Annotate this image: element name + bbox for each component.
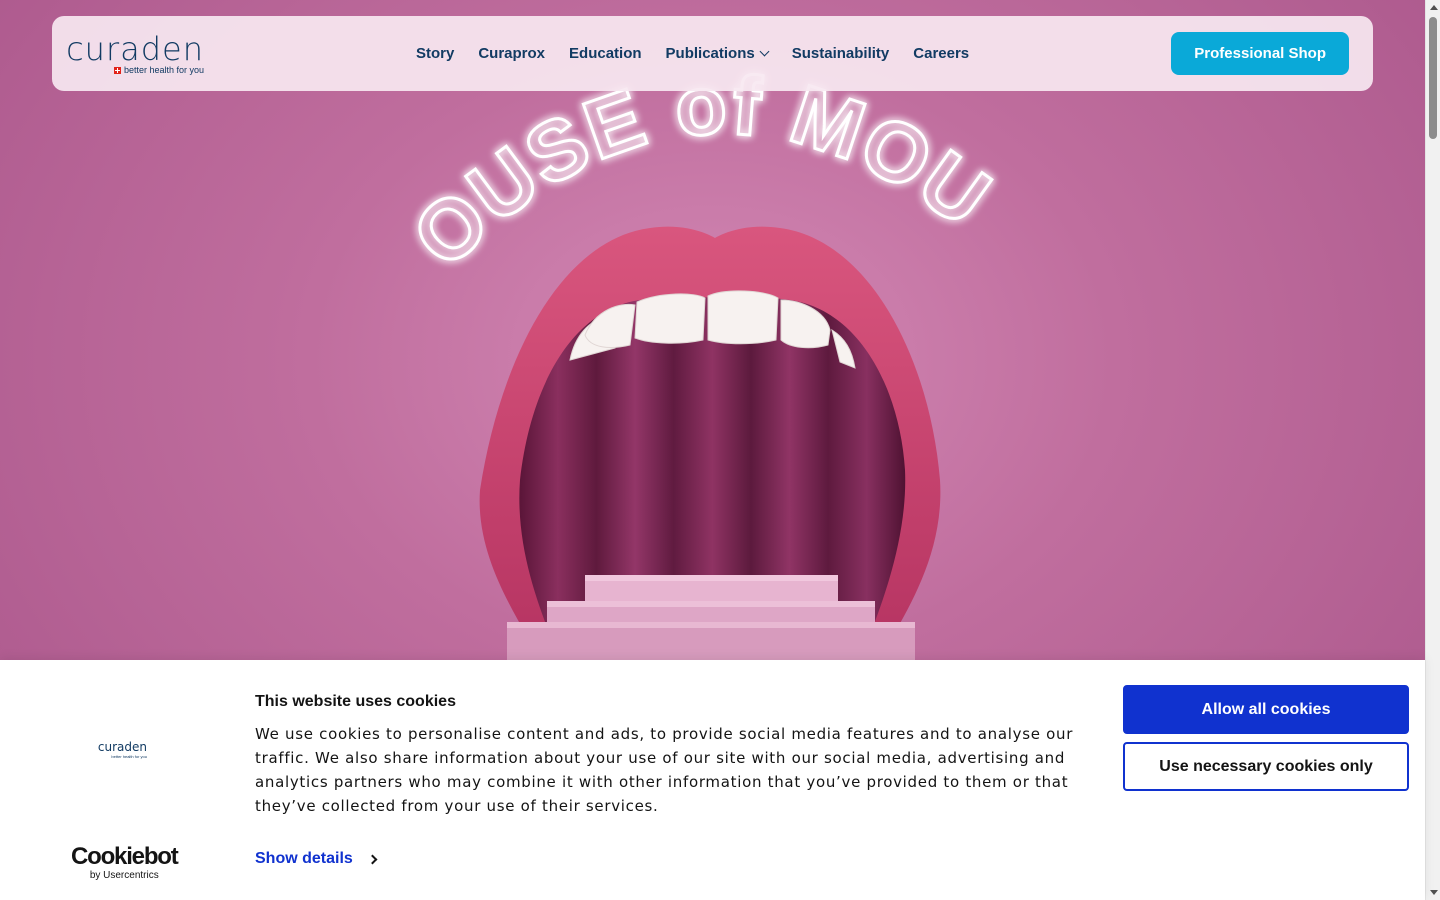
cookie-description: We use cookies to personalise content an… xyxy=(255,725,1074,815)
nav-curaprox[interactable]: Curaprox xyxy=(478,45,545,62)
logo-tagline-text: better health for you xyxy=(123,65,204,75)
swiss-flag-icon xyxy=(113,66,121,74)
scrollbar-thumb[interactable] xyxy=(1429,17,1437,139)
nav-publications-label: Publications xyxy=(665,45,755,62)
curaden-logo[interactable]: curaden better health for you xyxy=(66,32,204,75)
cookie-logo-tagline: better health for you xyxy=(111,754,147,759)
show-details-label: Show details xyxy=(255,850,353,867)
cookie-title: This website uses cookies xyxy=(255,693,456,710)
chevron-down-icon xyxy=(759,46,770,57)
cookiebot-logo[interactable]: Cookiebot by Usercentrics xyxy=(71,843,179,882)
cookiebot-subtitle: by Usercentrics xyxy=(89,870,159,881)
nav-education[interactable]: Education xyxy=(569,45,642,62)
nav-publications[interactable]: Publications xyxy=(665,45,770,62)
main-nav: Story Curaprox Education Publications Su… xyxy=(416,45,969,62)
chevron-right-icon xyxy=(367,854,378,864)
necessary-cookies-only-button[interactable]: Use necessary cookies only xyxy=(1123,742,1409,791)
nav-story[interactable]: Story xyxy=(416,45,454,62)
logo-tagline: better health for you xyxy=(113,65,204,75)
show-details-link[interactable]: Show details xyxy=(255,850,378,868)
cookie-banner-curaden-logo: curaden better health for you xyxy=(97,740,147,760)
nav-careers[interactable]: Careers xyxy=(913,45,969,62)
scroll-down-arrow-icon[interactable] xyxy=(1430,890,1438,895)
logo-wordmark: curaden xyxy=(66,30,204,68)
page-scrollbar[interactable] xyxy=(1425,0,1440,900)
scroll-up-arrow-icon[interactable] xyxy=(1430,5,1438,10)
site-header: curaden better health for you Story Cura… xyxy=(52,16,1373,91)
allow-all-cookies-button[interactable]: Allow all cookies xyxy=(1123,685,1409,734)
cookie-banner: curaden better health for you This websi… xyxy=(0,660,1425,900)
nav-sustainability[interactable]: Sustainability xyxy=(792,45,890,62)
professional-shop-button[interactable]: Professional Shop xyxy=(1171,32,1349,75)
cookiebot-wordmark: Cookiebot xyxy=(71,843,179,870)
cookie-logo-wordmark: curaden xyxy=(97,740,147,754)
